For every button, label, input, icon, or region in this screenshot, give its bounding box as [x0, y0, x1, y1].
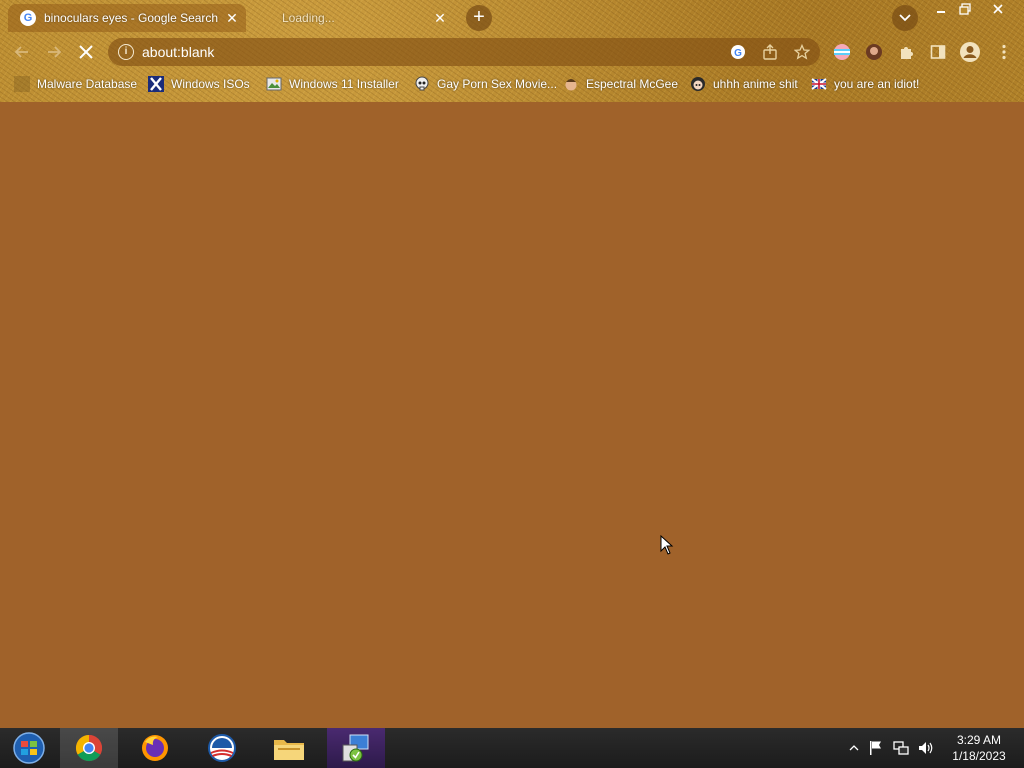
- bookmark-label: Gay Porn Sex Movie...: [437, 77, 558, 91]
- browser-chrome: G binoculars eyes - Google Search ✕ Load…: [0, 0, 1024, 102]
- taskbar-installer[interactable]: [327, 728, 385, 768]
- star-icon[interactable]: [794, 44, 810, 60]
- close-icon[interactable]: ✕: [432, 10, 448, 26]
- minimize-icon: [937, 11, 945, 13]
- taskbar-file-explorer[interactable]: [260, 728, 318, 768]
- bookmark-gay-porn-sex-movie[interactable]: Gay Porn Sex Movie...: [414, 74, 557, 94]
- installer-icon: [342, 734, 369, 762]
- taskbar: 3:29 AM 1/18/2023: [0, 728, 1024, 768]
- arrow-left-icon: [14, 46, 28, 58]
- bookmark-windows-isos[interactable]: Windows ISOs: [148, 74, 250, 94]
- show-hidden-icons-icon[interactable]: [846, 740, 862, 756]
- kebab-menu-icon[interactable]: [994, 42, 1014, 62]
- close-icon: [993, 4, 1003, 14]
- restore-button[interactable]: [952, 0, 978, 18]
- clock-date: 1/18/2023: [952, 749, 1006, 763]
- close-icon[interactable]: ✕: [224, 10, 240, 26]
- window-close-button[interactable]: [978, 0, 1018, 18]
- bookmark-label: you are an idiot!: [834, 77, 920, 91]
- bookmark-malware-database[interactable]: Malware Database: [14, 74, 137, 94]
- forward-button[interactable]: [42, 40, 66, 64]
- svg-text:G: G: [734, 48, 742, 59]
- tab-search-button[interactable]: [892, 5, 918, 31]
- image-icon: [266, 77, 282, 91]
- bookmark-label: Espectral McGee: [586, 77, 679, 91]
- stop-loading-button[interactable]: [74, 40, 98, 64]
- minimize-button[interactable]: [928, 0, 954, 18]
- bookmark-uhhh-anime[interactable]: uhhh anime shit: [690, 74, 798, 94]
- folder-icon: [274, 740, 304, 760]
- taskbar-firefox[interactable]: [126, 728, 184, 768]
- chevron-down-icon: [899, 14, 911, 22]
- new-tab-button[interactable]: +: [466, 5, 492, 31]
- x-logo-icon: [148, 76, 164, 92]
- mouse-cursor-icon: [660, 535, 674, 555]
- tab-loading[interactable]: Loading... ✕: [254, 4, 454, 32]
- google-lens-icon[interactable]: G: [730, 44, 746, 60]
- bookmark-label: Malware Database: [37, 77, 138, 91]
- bookmark-windows-11-installer[interactable]: Windows 11 Installer: [266, 74, 399, 94]
- start-orb-icon: [13, 732, 45, 764]
- stop-x-icon: [79, 45, 93, 59]
- volume-icon[interactable]: [918, 740, 934, 756]
- page-viewport[interactable]: [0, 102, 1024, 728]
- tab-title: Loading...: [282, 11, 335, 25]
- action-center-flag-icon[interactable]: [868, 740, 884, 756]
- profile-avatar-icon[interactable]: [958, 40, 982, 64]
- google-icon: G: [20, 10, 36, 26]
- taskbar-opera-obama[interactable]: [193, 728, 251, 768]
- tab-google-search[interactable]: G binoculars eyes - Google Search ✕: [8, 4, 246, 32]
- anime-face-icon: [691, 77, 705, 91]
- arrow-right-icon: [48, 46, 62, 58]
- tab-title: binoculars eyes - Google Search: [44, 11, 219, 25]
- bookmark-you-are-an-idiot[interactable]: you are an idiot!: [811, 74, 919, 94]
- share-icon[interactable]: [762, 44, 778, 60]
- address-bar[interactable]: i G: [108, 38, 820, 66]
- start-button[interactable]: [0, 728, 58, 768]
- chrome-icon: [75, 734, 103, 762]
- site-info-icon[interactable]: i: [118, 44, 134, 60]
- bookmark-icon: [14, 76, 30, 92]
- bookmark-label: Windows ISOs: [171, 77, 250, 91]
- face-icon: [565, 79, 577, 91]
- address-input[interactable]: [142, 42, 702, 62]
- back-button[interactable]: [10, 40, 34, 64]
- clock-time: 3:29 AM: [956, 733, 1002, 747]
- bookmark-label: Windows 11 Installer: [289, 77, 399, 91]
- system-clock[interactable]: 3:29 AM 1/18/2023: [944, 732, 1014, 764]
- firefox-icon: [142, 735, 168, 761]
- taskbar-chrome[interactable]: [60, 728, 118, 768]
- restore-icon: [959, 3, 971, 15]
- circle-logo-icon: [208, 734, 236, 762]
- bookmark-label: uhhh anime shit: [713, 77, 798, 91]
- flag-icon: [811, 78, 827, 90]
- bookmark-espectral-mcgee[interactable]: Espectral McGee: [563, 74, 678, 94]
- extension-avatar-icon[interactable]: [864, 42, 884, 62]
- extension-flag-icon[interactable]: [832, 42, 852, 62]
- side-panel-icon[interactable]: [928, 42, 948, 62]
- puzzle-icon[interactable]: [896, 42, 916, 62]
- skull-icon: [415, 76, 429, 91]
- network-icon[interactable]: [893, 740, 909, 756]
